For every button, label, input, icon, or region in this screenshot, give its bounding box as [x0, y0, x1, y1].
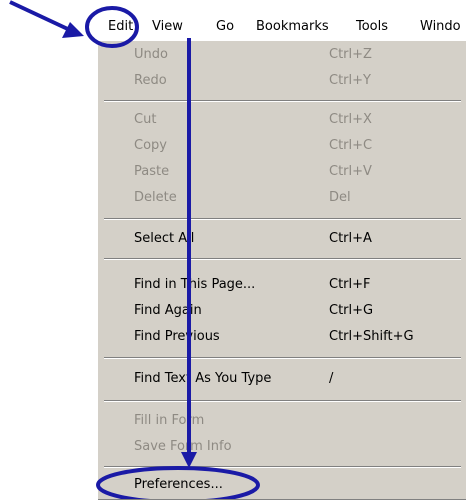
menu-item-label: Find Again — [134, 303, 202, 318]
menu-separator — [104, 100, 461, 102]
menu-item-copy[interactable]: Copy Ctrl+C — [98, 134, 466, 158]
menu-item-label: Find Previous — [134, 329, 220, 344]
menu-item-undo[interactable]: Undo Ctrl+Z — [98, 43, 466, 67]
menu-item-fill-in-form[interactable]: Fill in Form — [98, 409, 466, 433]
menu-item-label: Cut — [134, 112, 157, 127]
menu-item-label: Save Form Info — [134, 439, 232, 454]
pointer-arrow-shaft — [9, 0, 73, 33]
menu-item-save-form-info[interactable]: Save Form Info — [98, 435, 466, 459]
menu-separator — [104, 466, 461, 468]
pointer-arrow-head — [62, 22, 84, 38]
menu-item-label: Undo — [134, 47, 168, 62]
menu-item-shortcut: Ctrl+X — [329, 112, 372, 127]
menu-bookmarks[interactable]: Bookmarks — [256, 17, 329, 37]
menu-item-shortcut: Ctrl+C — [329, 138, 373, 153]
menu-item-label: Redo — [134, 73, 167, 88]
menu-item-label: Select All — [134, 231, 195, 246]
menu-separator — [104, 357, 461, 359]
menu-item-find-in-page[interactable]: Find in This Page... Ctrl+F — [98, 273, 466, 297]
menu-item-shortcut: Ctrl+Shift+G — [329, 329, 414, 344]
menu-tools[interactable]: Tools — [356, 17, 388, 37]
menu-view[interactable]: View — [152, 17, 183, 37]
menu-item-shortcut: Ctrl+G — [329, 303, 374, 318]
menu-item-shortcut: Ctrl+F — [329, 277, 371, 292]
menu-window[interactable]: Windo — [420, 17, 461, 37]
menu-go[interactable]: Go — [216, 17, 234, 37]
menu-item-shortcut: Ctrl+A — [329, 231, 372, 246]
menu-item-select-all[interactable]: Select All Ctrl+A — [98, 227, 466, 251]
menu-item-label: Copy — [134, 138, 167, 153]
menu-item-find-again[interactable]: Find Again Ctrl+G — [98, 299, 466, 323]
menu-item-shortcut: Del — [329, 190, 351, 205]
menu-separator — [104, 218, 461, 220]
menu-item-shortcut: Ctrl+Y — [329, 73, 371, 88]
menu-item-label: Fill in Form — [134, 413, 205, 428]
menu-item-label: Find in This Page... — [134, 277, 256, 292]
menu-item-find-as-you-type[interactable]: Find Text As You Type / — [98, 367, 466, 391]
menu-item-cut[interactable]: Cut Ctrl+X — [98, 108, 466, 132]
menu-item-label: Preferences... — [134, 477, 223, 492]
menu-item-shortcut: / — [329, 371, 334, 386]
menu-item-label: Find Text As You Type — [134, 371, 272, 386]
menu-item-label: Delete — [134, 190, 177, 205]
menu-item-find-previous[interactable]: Find Previous Ctrl+Shift+G — [98, 325, 466, 349]
menu-separator — [104, 258, 461, 260]
menu-item-shortcut: Ctrl+Z — [329, 47, 372, 62]
menu-item-redo[interactable]: Redo Ctrl+Y — [98, 69, 466, 93]
edit-dropdown-menu: Undo Ctrl+Z Redo Ctrl+Y Cut Ctrl+X Copy … — [97, 40, 466, 500]
menu-item-paste[interactable]: Paste Ctrl+V — [98, 160, 466, 184]
menu-bar: Edit View Go Bookmarks Tools Windo — [98, 12, 466, 40]
menu-item-shortcut: Ctrl+V — [329, 164, 372, 179]
menu-edit[interactable]: Edit — [108, 17, 133, 37]
menu-item-preferences[interactable]: Preferences... — [98, 473, 466, 497]
menu-item-label: Paste — [134, 164, 170, 179]
menu-item-delete[interactable]: Delete Del — [98, 186, 466, 210]
menu-separator — [104, 400, 461, 402]
